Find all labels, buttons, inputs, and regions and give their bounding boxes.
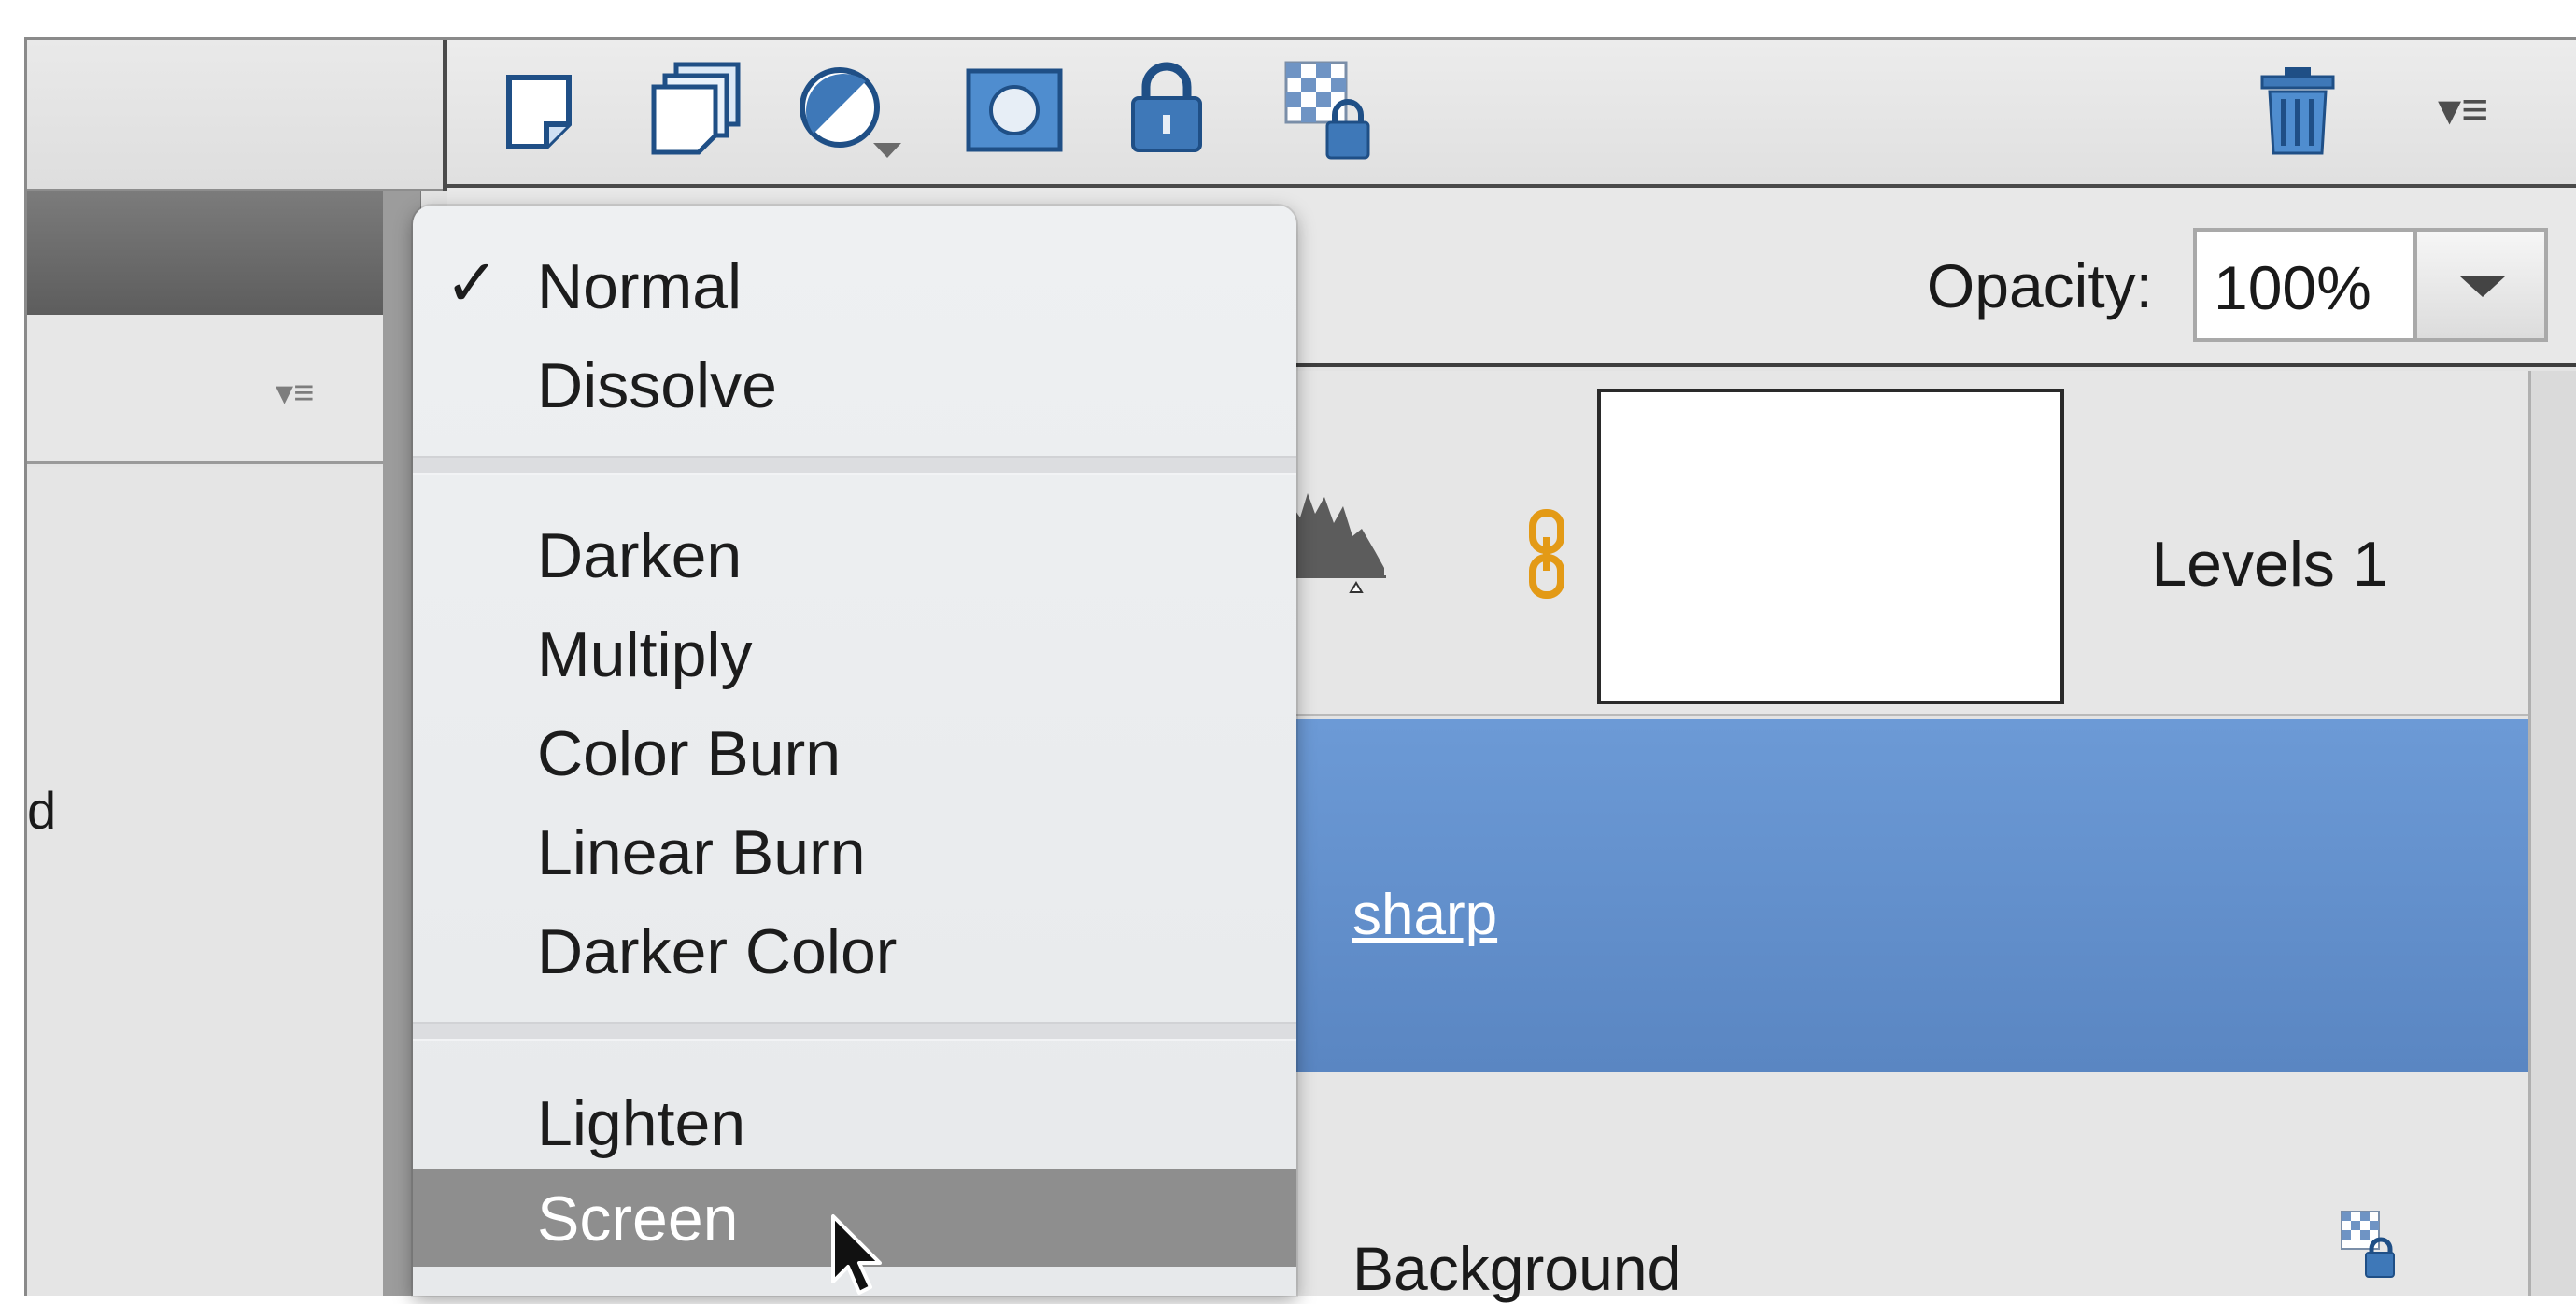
left-panel-body xyxy=(27,467,421,1296)
menu-item-multiply[interactable]: Multiply xyxy=(413,605,1296,702)
opacity-input[interactable]: 100% xyxy=(2193,228,2417,342)
menu-item-lighten[interactable]: Lighten xyxy=(413,1074,1296,1171)
link-icon[interactable] xyxy=(1525,509,1568,599)
menu-item-normal[interactable]: Normal xyxy=(413,237,1296,334)
menu-item-linear-burn[interactable]: Linear Burn xyxy=(413,803,1296,900)
layer-mask-thumbnail[interactable] xyxy=(1597,389,2064,704)
menu-separator xyxy=(413,456,1296,475)
opacity-label: Opacity: xyxy=(1926,251,2153,320)
background-lock-icon xyxy=(2341,1211,2395,1278)
menu-item-darker-color[interactable]: Darker Color xyxy=(413,902,1296,999)
mouse-pointer-icon xyxy=(831,1214,882,1295)
left-panel-partial-text: d xyxy=(27,781,57,840)
layer-mask-icon[interactable] xyxy=(966,68,1063,152)
opacity-dropdown-button[interactable] xyxy=(2415,228,2548,342)
left-panel-menu-icon[interactable]: ▾≡ xyxy=(276,372,369,413)
lock-transparency-icon[interactable] xyxy=(1282,59,1387,163)
layer-name-background: Background xyxy=(1352,1234,1682,1303)
menu-item-darken[interactable]: Darken xyxy=(413,506,1296,603)
menu-separator xyxy=(413,1022,1296,1041)
levels-histogram-icon xyxy=(1291,493,1386,593)
new-layer-icon[interactable] xyxy=(503,68,574,152)
menu-item-dissolve[interactable]: Dissolve xyxy=(413,336,1296,433)
menu-item-color-burn[interactable]: Color Burn xyxy=(413,704,1296,801)
layer-name-levels: Levels 1 xyxy=(2151,529,2388,600)
new-group-icon[interactable] xyxy=(648,61,745,158)
panel-menu-icon[interactable]: ▾≡ xyxy=(2438,82,2522,138)
layers-scroll-rail[interactable] xyxy=(2528,371,2576,1296)
blend-mode-menu: ✓ Normal Dissolve Darken Multiply Color … xyxy=(413,206,1296,1296)
trash-icon[interactable] xyxy=(2258,65,2337,155)
layer-name-sharp: sharp xyxy=(1352,883,1498,947)
lock-all-icon[interactable] xyxy=(1127,61,1206,154)
adjustment-layer-icon[interactable] xyxy=(793,61,905,162)
left-panel-header xyxy=(27,40,446,191)
left-panel-titlebar xyxy=(27,191,421,315)
layers-toolbar xyxy=(447,40,2576,188)
